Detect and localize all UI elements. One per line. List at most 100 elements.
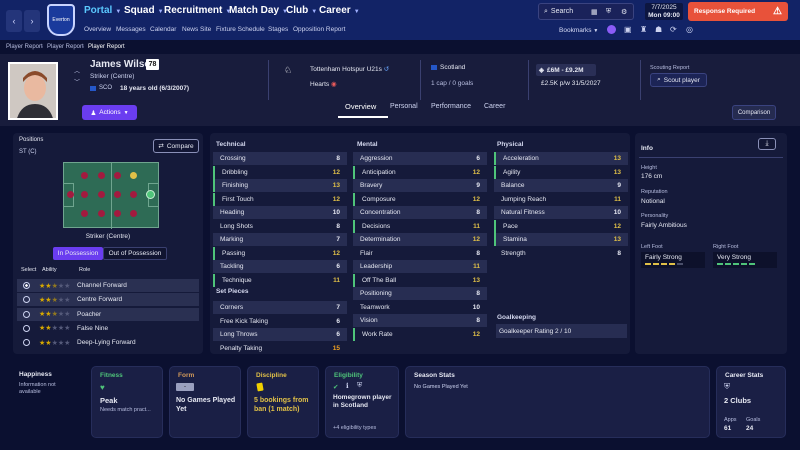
nationality[interactable]: Scotland <box>431 64 465 71</box>
chevron-up-icon[interactable]: ︿ <box>74 66 80 75</box>
attribute-row[interactable]: Positioning 8 <box>353 287 487 300</box>
trophy-icon[interactable]: ♜ <box>640 25 647 34</box>
attribute-row[interactable]: Bravery 9 <box>353 179 487 192</box>
attribute-row[interactable]: Heading 10 <box>213 206 347 219</box>
role-radio[interactable] <box>23 339 30 347</box>
attribute-row[interactable]: Tackling 6 <box>213 260 347 273</box>
role-row[interactable]: ★★★★★ Poacher <box>17 307 199 321</box>
search-bar[interactable]: ⌕ Search ▦ ⛨ ⚙ <box>538 3 634 20</box>
tab-career[interactable]: Career <box>484 103 505 110</box>
actions-button[interactable]: ♟ Actions ▼ <box>82 105 137 120</box>
bookmarks-menu[interactable]: Bookmarks ▼ <box>559 27 598 34</box>
club-link-hearts[interactable]: Hearts ◉ <box>310 80 337 88</box>
forward-button[interactable]: › <box>24 10 40 32</box>
discipline-card[interactable]: Discipline 5 bookings from ban (1 match) <box>247 366 319 438</box>
attribute-row[interactable]: Passing 12 <box>213 246 347 260</box>
info-download-button[interactable]: ⤓ <box>758 138 776 150</box>
people-icon[interactable]: ☗ <box>655 25 662 34</box>
attribute-row[interactable]: Off The Ball 13 <box>353 273 487 287</box>
back-button[interactable]: ‹ <box>6 10 22 32</box>
comparison-button[interactable]: Comparison <box>732 105 776 120</box>
subnav-overview[interactable]: Overview <box>84 26 111 33</box>
career-stats-card[interactable]: Career Stats ⛨ 2 Clubs Apps Goals 61 24 <box>716 366 786 438</box>
role-radio[interactable] <box>23 324 30 332</box>
attribute-row[interactable]: Long Throws 6 <box>213 328 347 341</box>
attribute-row[interactable]: Determination 12 <box>353 233 487 246</box>
chat-icon[interactable] <box>607 25 616 34</box>
subnav-calendar[interactable]: Calendar <box>150 26 176 33</box>
globe-icon[interactable]: ◎ <box>686 25 693 34</box>
shirt-icon[interactable]: ▣ <box>624 25 632 34</box>
attribute-row[interactable]: Natural Fitness 10 <box>494 206 628 219</box>
attribute-row[interactable]: Pace 12 <box>494 219 628 233</box>
breadcrumb-2[interactable]: Player Report <box>47 44 84 50</box>
attribute-row[interactable]: Decisions 11 <box>353 219 487 233</box>
attribute-row[interactable]: Acceleration 13 <box>494 152 628 165</box>
menu-portal[interactable]: Portal ▼ <box>84 5 121 16</box>
club-link-tottenham[interactable]: Tottenham Hotspur U21s ↺ <box>310 65 389 73</box>
breadcrumb-1[interactable]: Player Report <box>6 44 43 50</box>
attribute-row[interactable]: Balance 9 <box>494 179 628 192</box>
attribute-row[interactable]: Teamwork 10 <box>353 301 487 314</box>
attribute-row[interactable]: Technique 11 <box>213 273 347 287</box>
attribute-row[interactable]: Agility 13 <box>494 165 628 179</box>
info-icon: ℹ <box>346 383 349 390</box>
subnav-fixture-schedule[interactable]: Fixture Schedule <box>216 26 265 33</box>
role-radio[interactable] <box>23 310 30 318</box>
tab-personal[interactable]: Personal <box>390 103 418 110</box>
attribute-row[interactable]: Crossing 8 <box>213 152 347 165</box>
subnav-opposition-report[interactable]: Opposition Report <box>293 26 345 33</box>
attribute-row[interactable]: Concentration 8 <box>353 206 487 219</box>
game-date[interactable]: 7/7/2025 Mon 09:00 <box>645 3 683 20</box>
subnav-news-site[interactable]: News Site <box>182 26 211 33</box>
attribute-row[interactable]: First Touch 12 <box>213 192 347 206</box>
attribute-row[interactable]: Dribbling 12 <box>213 165 347 179</box>
role-radio[interactable] <box>23 296 30 304</box>
out-of-possession-toggle[interactable]: Out of Possession <box>103 247 167 260</box>
tab-overview[interactable]: Overview <box>345 102 376 111</box>
attribute-row[interactable]: Finishing 13 <box>213 179 347 192</box>
player-value[interactable]: ◈ £6M - £9.2M <box>536 64 596 76</box>
chevron-down-icon[interactable]: ﹀ <box>74 77 80 86</box>
attribute-row[interactable]: Free Kick Taking 6 <box>213 315 347 328</box>
role-row[interactable]: ★★★★★ Centre Forward <box>17 293 199 307</box>
attribute-row[interactable]: Anticipation 12 <box>353 165 487 179</box>
refresh-icon[interactable]: ⟳ <box>670 25 677 34</box>
attribute-value: 10 <box>472 303 480 311</box>
attribute-row[interactable]: Strength 8 <box>494 247 628 260</box>
menu-recruitment[interactable]: Recruitment ▼ <box>164 5 231 16</box>
attribute-row[interactable]: Work Rate 12 <box>353 327 487 341</box>
attribute-row[interactable]: Jumping Reach 11 <box>494 193 628 206</box>
menu-club[interactable]: Club ▼ <box>286 5 317 16</box>
compare-button[interactable]: ⇄ Compare <box>153 139 199 153</box>
form-card[interactable]: Form - No Games Played Yet <box>169 366 241 438</box>
attribute-row[interactable]: Marking 7 <box>213 233 347 246</box>
season-stats-card[interactable]: Season Stats No Games Played Yet <box>405 366 710 438</box>
attribute-row[interactable]: Flair 8 <box>353 247 487 260</box>
attribute-row[interactable]: Long Shots 8 <box>213 220 347 233</box>
attribute-row[interactable]: Leadership 11 <box>353 260 487 273</box>
subnav-stages[interactable]: Stages <box>268 26 288 33</box>
menu-squad[interactable]: Squad ▼ <box>124 5 164 16</box>
role-row[interactable]: ★★★★★ Deep-Lying Forward <box>17 336 199 349</box>
tab-performance[interactable]: Performance <box>431 103 471 110</box>
eligibility-card[interactable]: Eligibility ✔ ℹ ⛨ Homegrown player in Sc… <box>325 366 399 438</box>
attribute-row[interactable]: Composure 12 <box>353 192 487 206</box>
menu-match-day[interactable]: Match Day ▼ <box>229 5 288 16</box>
attribute-row[interactable]: Aggression 6 <box>353 152 487 165</box>
attribute-row[interactable]: Vision 8 <box>353 314 487 327</box>
role-radio[interactable] <box>23 282 30 289</box>
fitness-card[interactable]: Fitness ♥ Peak Needs match pract... <box>91 366 163 438</box>
club-crest[interactable]: Everton <box>47 4 75 36</box>
response-required-button[interactable]: Response Required ⚠ <box>688 2 788 21</box>
in-possession-toggle[interactable]: In Possession <box>53 247 103 260</box>
attribute-row[interactable]: Corners 7 <box>213 301 347 314</box>
attribute-row[interactable]: Stamina 13 <box>494 233 628 246</box>
role-row[interactable]: ★★★★★ False Nine <box>17 322 199 335</box>
scout-player-button[interactable]: ⌕ Scout player <box>650 73 707 87</box>
attribute-row[interactable]: Penalty Taking 15 <box>213 342 347 355</box>
subnav-messages[interactable]: Messages <box>116 26 146 33</box>
happiness-card[interactable]: Happiness Information not available <box>13 366 83 438</box>
menu-career[interactable]: Career ▼ <box>319 5 360 16</box>
role-row[interactable]: ★★★★★ Channel Forward <box>17 279 199 292</box>
